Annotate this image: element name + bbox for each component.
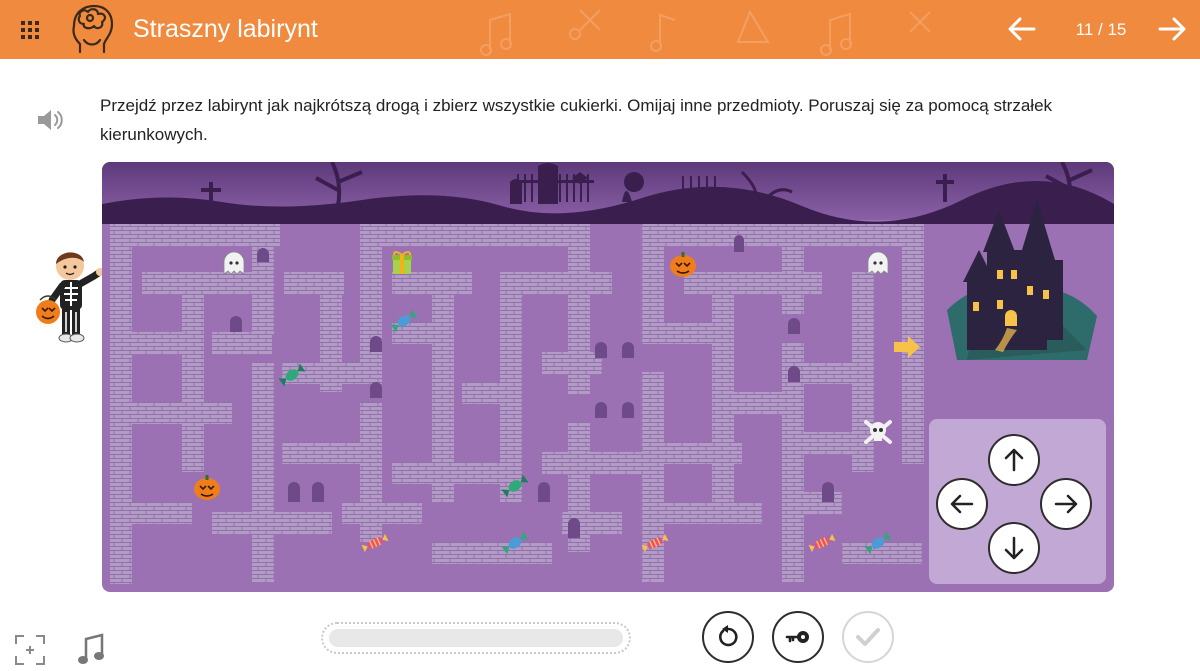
fullscreen-icon	[15, 635, 45, 665]
fullscreen-button[interactable]	[14, 634, 46, 666]
arrow-left-icon	[950, 494, 974, 514]
grid-menu-icon	[21, 21, 39, 39]
header-pattern	[480, 9, 931, 56]
pumpkin-silhouette	[624, 172, 644, 192]
read-aloud-button[interactable]	[34, 104, 66, 136]
hint-key-button[interactable]	[772, 611, 824, 663]
menu-button[interactable]	[16, 16, 44, 44]
progress-track	[329, 629, 623, 647]
page-counter: 11 / 15	[1075, 20, 1127, 39]
app-logo	[66, 2, 118, 56]
arrow-down-icon	[1004, 536, 1024, 560]
header-bar: Straszny labirynt 11 / 15	[0, 0, 1200, 59]
prev-page-button[interactable]	[1006, 12, 1038, 46]
progress-bar	[321, 622, 631, 654]
arrow-right-icon	[1054, 494, 1078, 514]
music-toggle-button[interactable]	[76, 633, 108, 667]
brain-head-logo-icon	[72, 4, 114, 54]
move-right-button[interactable]	[1040, 478, 1092, 530]
next-page-button[interactable]	[1156, 12, 1188, 46]
key-icon	[785, 631, 809, 643]
instruction-text: Przejdź przez labirynt jak najkrótszą dr…	[100, 96, 1053, 144]
arrow-left-icon	[1008, 17, 1036, 41]
gift-item	[392, 251, 412, 274]
music-note-icon	[78, 633, 104, 664]
arrow-right-icon	[1158, 17, 1186, 41]
ghost-item-1	[223, 251, 245, 275]
skeleton-boy-icon	[36, 252, 104, 343]
speaker-icon	[38, 110, 63, 130]
direction-pad	[929, 419, 1106, 584]
player-character	[30, 246, 104, 346]
reset-button[interactable]	[702, 611, 754, 663]
reset-icon	[719, 625, 738, 647]
move-up-button[interactable]	[988, 434, 1040, 486]
check-icon	[856, 628, 880, 646]
app-root: Straszny labirynt 11 / 15 Przejdź przez …	[0, 0, 1200, 671]
arrow-up-icon	[1004, 448, 1024, 472]
check-answer-button[interactable]	[842, 611, 894, 663]
page-title: Straszny labirynt	[133, 15, 318, 43]
move-down-button[interactable]	[988, 522, 1040, 574]
move-left-button[interactable]	[936, 478, 988, 530]
ghost-item-2	[867, 251, 889, 275]
